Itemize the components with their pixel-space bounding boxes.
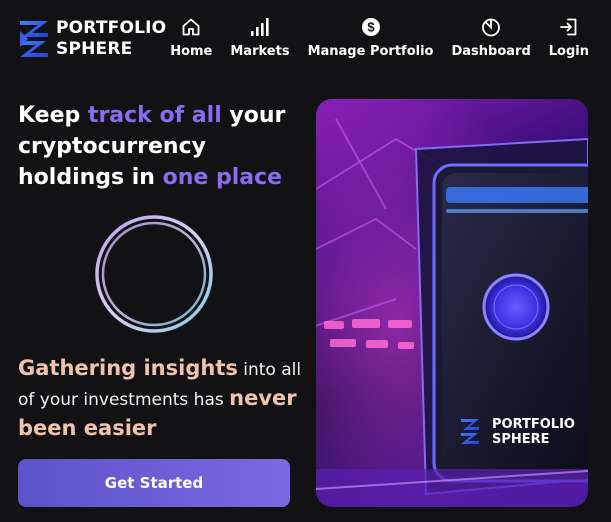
svg-text:$: $: [367, 20, 375, 35]
nav-markets-label: Markets: [230, 44, 290, 59]
headline-accent-2: one place: [162, 165, 283, 190]
hero-subheading: Gathering insights into all of your inve…: [18, 354, 308, 444]
stacked-chevrons-logo-icon: [20, 21, 48, 57]
nav-manage-portfolio[interactable]: $ Manage Portfolio: [307, 16, 434, 59]
nav-dashboard-label: Dashboard: [451, 44, 531, 59]
pie-chart-icon: [480, 16, 502, 38]
nav-home[interactable]: Home: [170, 16, 212, 59]
main-nav: Home Markets $ Manage Portfolio Dashboar…: [170, 16, 611, 59]
hero-headline: Keep track of all your cryptocurrency ho…: [18, 100, 308, 193]
artwork-brand-line-2: SPHERE: [492, 432, 550, 447]
brand-logo[interactable]: PORTFOLIO SPHERE: [18, 18, 166, 60]
artwork-brand-text: PORTFOLIO SPHERE: [492, 417, 575, 447]
nav-markets[interactable]: Markets: [230, 16, 290, 59]
signal-bars-icon: [249, 16, 271, 38]
subheading-accent-1: Gathering insights: [18, 356, 238, 380]
nav-home-label: Home: [170, 44, 213, 59]
nav-dashboard[interactable]: Dashboard: [451, 16, 531, 59]
dollar-coin-icon: $: [360, 16, 382, 38]
artwork-brand-line-1: PORTFOLIO: [492, 417, 575, 432]
loading-ring-graphic: [95, 215, 213, 333]
get-started-button[interactable]: Get Started: [18, 459, 290, 507]
brand-name: PORTFOLIO SPHERE: [56, 18, 166, 60]
headline-accent-1: track of all: [87, 103, 222, 128]
home-icon: [180, 16, 202, 38]
nav-login[interactable]: Login: [549, 16, 589, 59]
brand-line-1: PORTFOLIO: [56, 18, 167, 38]
nav-manage-portfolio-label: Manage Portfolio: [307, 44, 434, 59]
brand-line-2: SPHERE: [56, 39, 133, 59]
login-icon: [558, 16, 580, 38]
headline-part-1: Keep: [18, 103, 88, 128]
nav-login-label: Login: [548, 44, 589, 59]
hero-artwork: PORTFOLIO SPHERE: [316, 99, 588, 507]
